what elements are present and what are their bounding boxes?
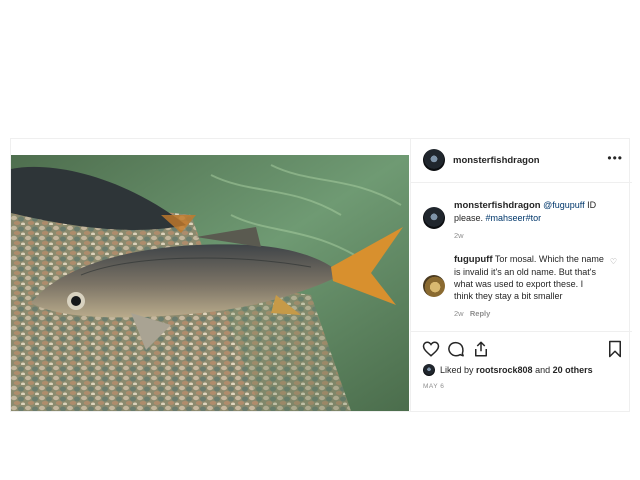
commenter-avatar[interactable] [423, 275, 445, 297]
post-date[interactable]: MAY 6 [423, 383, 444, 390]
post-header: monsterfishdragon ••• [411, 139, 632, 183]
caption-body: monsterfishdragon @fugupuff ID please. #… [454, 199, 604, 242]
caption-mention[interactable]: @fugupuff [543, 200, 585, 210]
owner-username[interactable]: monsterfishdragon [453, 155, 540, 166]
like-heart-icon[interactable] [422, 340, 440, 358]
bookmark-icon[interactable] [606, 340, 624, 358]
comments-section: monsterfishdragon @fugupuff ID please. #… [411, 183, 632, 329]
likes-count[interactable]: 20 others [553, 365, 593, 375]
likes-and: and [532, 365, 553, 375]
hashtag-mahseer[interactable]: #mahseer [486, 213, 526, 223]
post-photo[interactable] [11, 155, 409, 411]
hashtag-tor[interactable]: #tor [526, 213, 542, 223]
likes-summary: Liked by rootsrock808 and 20 others [423, 364, 593, 376]
reply-button[interactable]: Reply [470, 309, 490, 318]
comment-meta: 2w Reply [454, 308, 604, 320]
likes-prefix: Liked by [440, 365, 477, 375]
more-icon[interactable]: ••• [607, 151, 623, 165]
comment-time[interactable]: 2w [454, 309, 464, 318]
comment-icon[interactable] [447, 340, 465, 358]
fish-photo-image [11, 155, 409, 411]
comment-body: fugupuff Tor mosal. Which the name is in… [454, 253, 604, 320]
post-sidebar: monsterfishdragon ••• monsterfishdragon … [410, 139, 632, 411]
liker-avatar[interactable] [423, 364, 435, 376]
post-actions: Liked by rootsrock808 and 20 others MAY … [411, 331, 632, 412]
comment-username[interactable]: fugupuff [454, 254, 493, 265]
liker-username[interactable]: rootsrock808 [476, 365, 533, 375]
caption-time[interactable]: 2w [454, 230, 604, 242]
owner-avatar[interactable] [423, 149, 445, 171]
share-icon[interactable] [472, 340, 490, 358]
likes-text: Liked by rootsrock808 and 20 others [440, 365, 593, 375]
comment-like-icon[interactable]: ♡ [610, 257, 617, 266]
caption-username[interactable]: monsterfishdragon [454, 200, 541, 211]
instagram-post: monsterfishdragon ••• monsterfishdragon … [10, 138, 632, 412]
caption-avatar[interactable] [423, 207, 445, 229]
